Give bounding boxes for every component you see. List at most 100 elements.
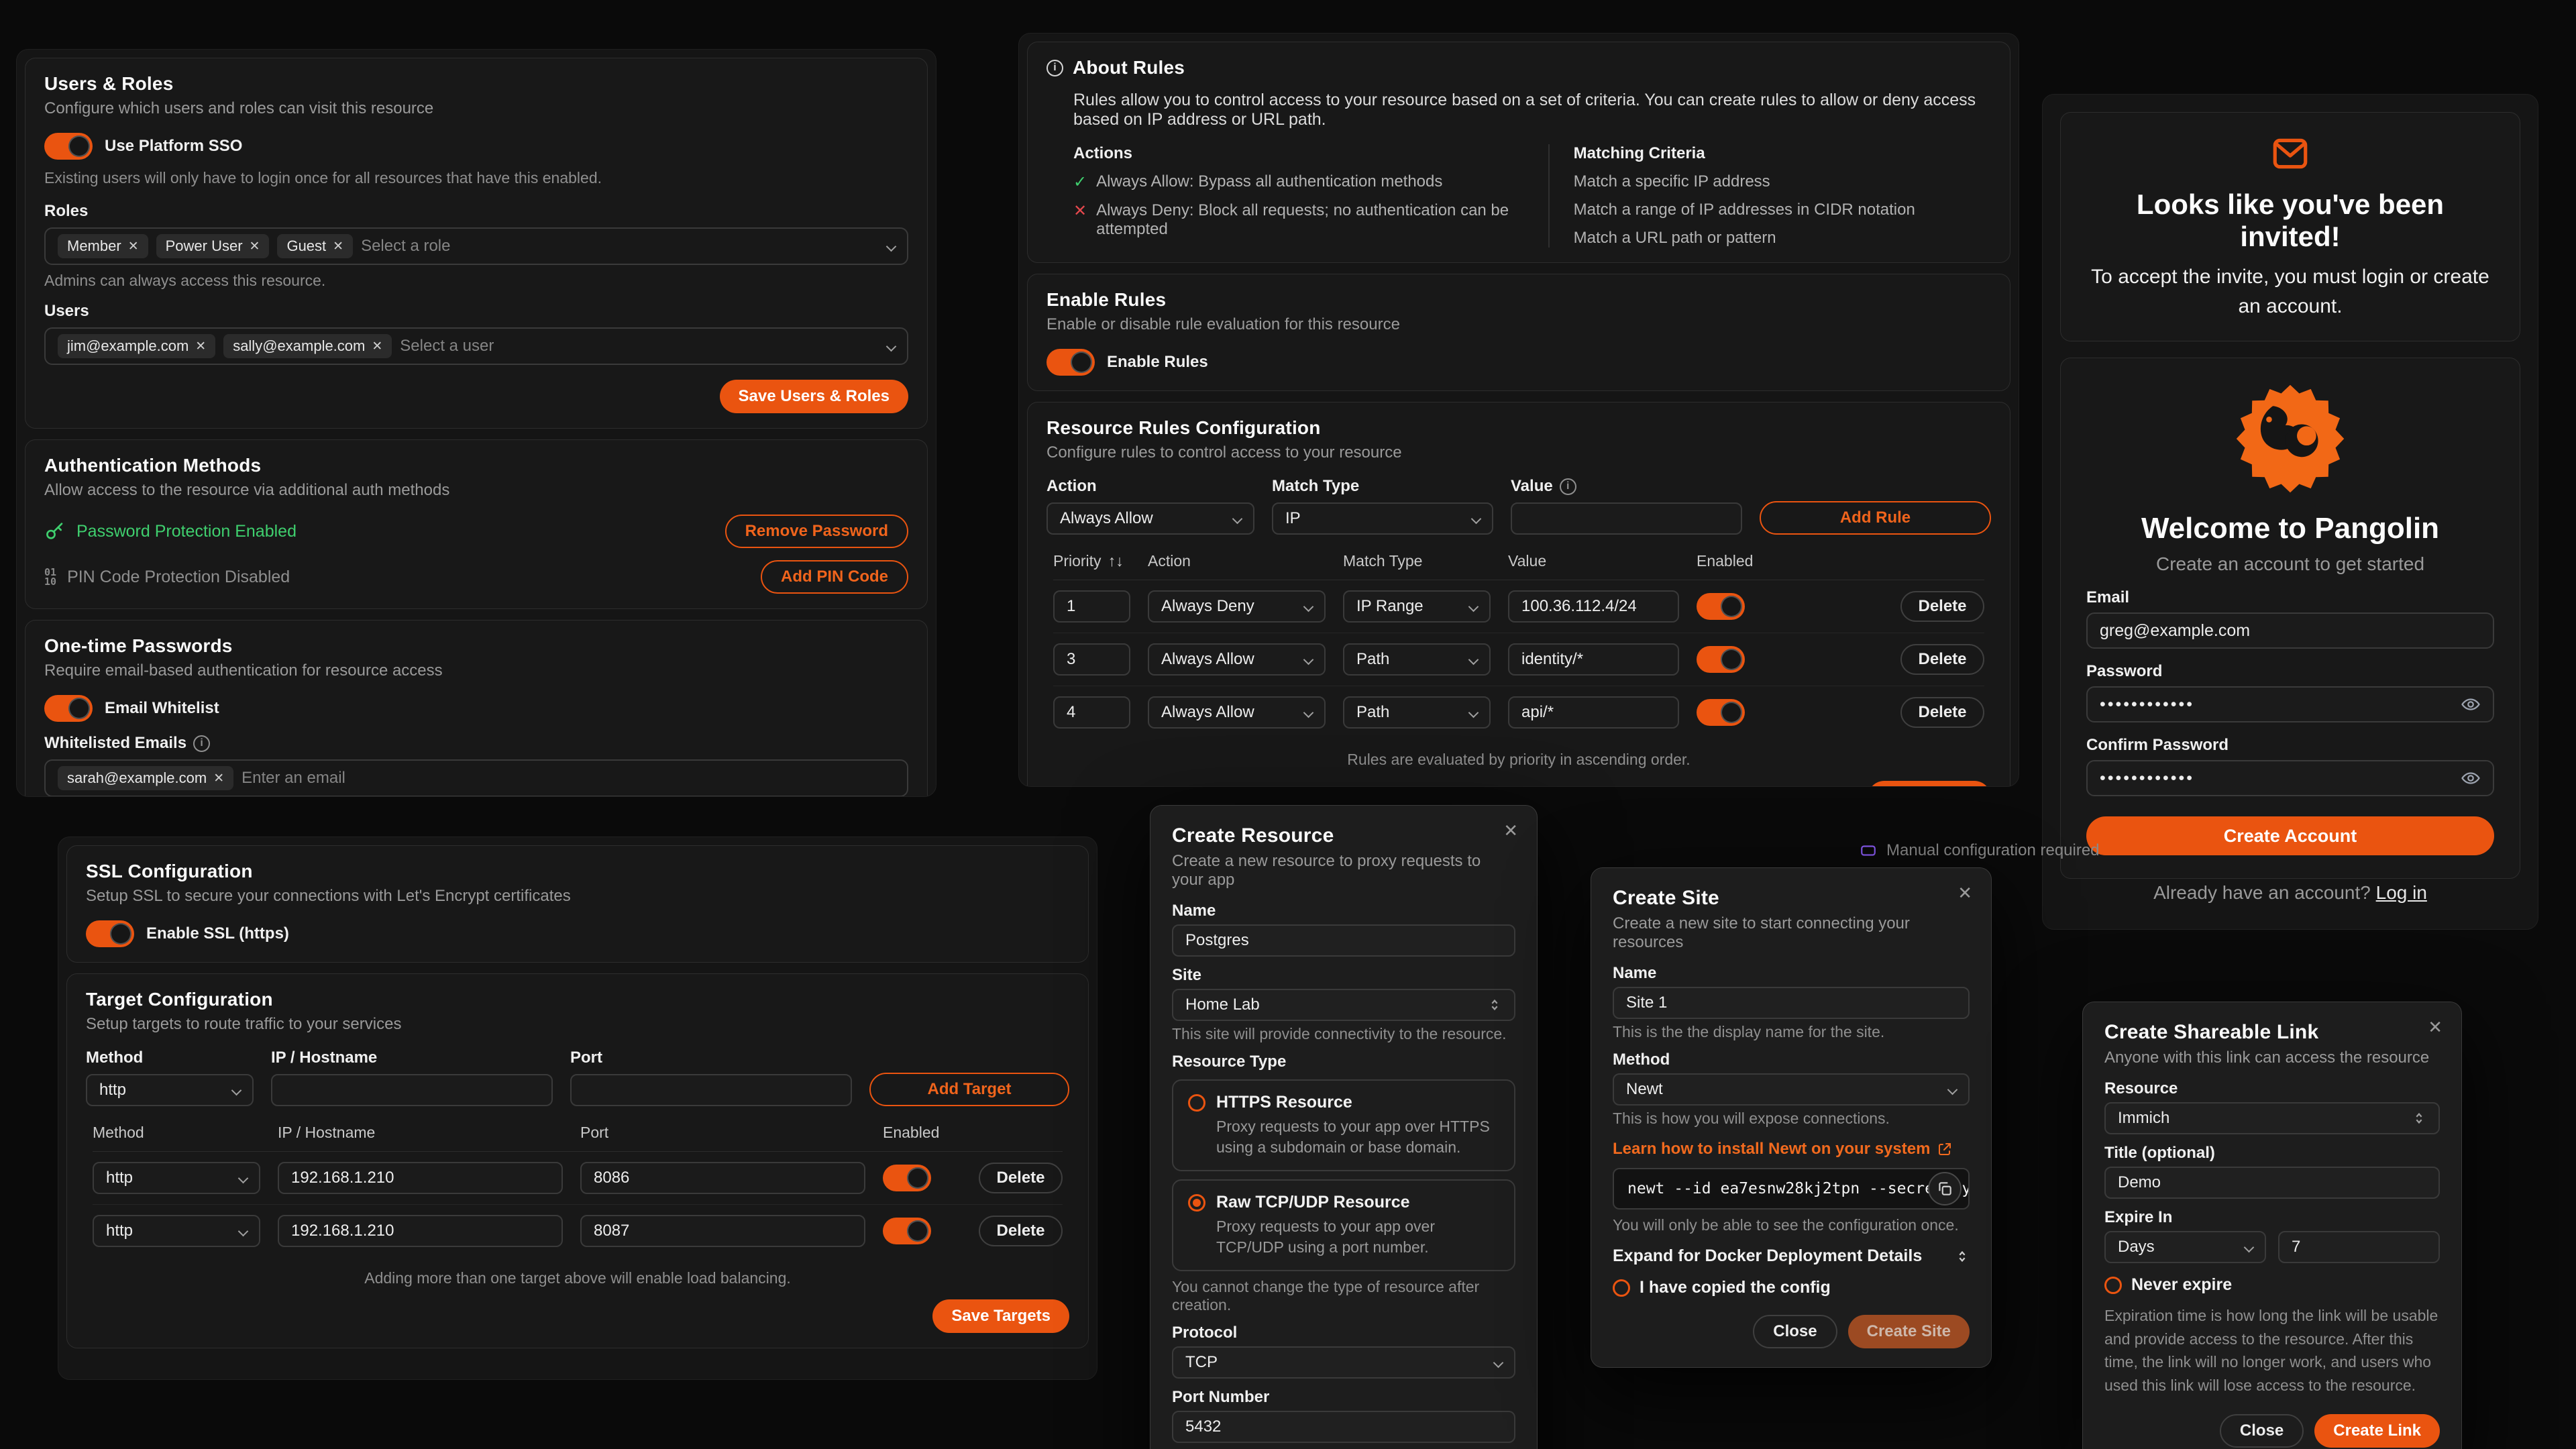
close-button[interactable]: Close [1753,1315,1837,1348]
protocol-select[interactable]: TCP [1172,1346,1515,1379]
rule-value-input[interactable]: 100.36.112.4/24 [1508,590,1679,623]
check-icon: ✓ [1073,172,1087,192]
rule-match-select[interactable]: Path [1343,696,1491,729]
user-chip[interactable]: sally@example.com✕ [223,334,392,358]
delete-rule-button[interactable]: Delete [1900,644,1984,675]
delete-rule-button[interactable]: Delete [1900,591,1984,622]
match-type-select[interactable]: IP [1272,502,1493,535]
delete-target-button[interactable]: Delete [979,1163,1063,1193]
create-site-button[interactable]: Create Site [1848,1315,1970,1348]
priority-input[interactable]: 4 [1053,696,1130,729]
role-chip[interactable]: Member✕ [58,234,148,258]
site-method-select[interactable]: Newt [1613,1073,1970,1106]
add-rule-button[interactable]: Add Rule [1760,501,1991,535]
copied-config-radio[interactable]: I have copied the config [1613,1278,1970,1297]
install-newt-link[interactable]: Learn how to install Newt on your system [1613,1140,1970,1159]
close-button[interactable]: Close [2220,1414,2304,1448]
target-port-input[interactable]: 8087 [580,1215,865,1247]
rule-value-input[interactable]: identity/* [1508,643,1679,676]
docker-details-expander[interactable]: Expand for Docker Deployment Details [1613,1246,1970,1266]
target-ip-input[interactable]: 192.168.1.210 [278,1215,563,1247]
delete-target-button[interactable]: Delete [979,1216,1063,1246]
match-header: Match Type [1343,552,1491,570]
confirm-password-field[interactable]: •••••••••••• [2086,760,2494,796]
chip-remove-icon[interactable]: ✕ [213,771,224,786]
rule-value-input[interactable]: api/* [1508,696,1679,729]
tcp-resource-option[interactable]: Raw TCP/UDP Resource Proxy requests to y… [1172,1179,1515,1271]
https-resource-option[interactable]: HTTPS Resource Proxy requests to your ap… [1172,1079,1515,1171]
target-enabled-toggle[interactable] [883,1218,931,1244]
rule-match-select[interactable]: Path [1343,643,1491,676]
rule-match-select[interactable]: IP Range [1343,590,1491,623]
email-chip[interactable]: sarah@example.com✕ [58,766,233,790]
sort-icon[interactable]: ↑↓ [1108,552,1124,570]
rule-enabled-toggle[interactable] [1697,699,1745,726]
enable-ssl-toggle[interactable] [86,920,134,947]
password-field[interactable]: •••••••••••• [2086,686,2494,722]
target-port-input[interactable]: 8086 [580,1162,865,1194]
add-pin-button[interactable]: Add PIN Code [761,560,908,594]
show-password-icon[interactable] [2461,768,2481,788]
priority-header[interactable]: Priority↑↓ [1053,552,1130,570]
expire-unit-select[interactable]: Days [2104,1231,2266,1263]
email-field[interactable]: greg@example.com [2086,612,2494,649]
rule-enabled-toggle[interactable] [1697,646,1745,673]
target-ip-input[interactable]: 192.168.1.210 [278,1162,563,1194]
platform-sso-toggle[interactable] [44,133,93,160]
ip-hostname-input[interactable] [271,1074,553,1106]
never-expire-radio[interactable]: Never expire [2104,1275,2440,1295]
port-input[interactable] [570,1074,852,1106]
create-account-button[interactable]: Create Account [2086,816,2494,855]
user-chip[interactable]: jim@example.com✕ [58,334,215,358]
save-rules-button[interactable]: Save Rules [1868,781,1991,787]
target-enabled-toggle[interactable] [883,1165,931,1191]
chip-remove-icon[interactable]: ✕ [128,239,139,254]
close-icon[interactable]: ✕ [1957,884,1972,902]
rule-action-select[interactable]: Always Allow [1148,696,1326,729]
radio-unselected-icon[interactable] [2104,1277,2122,1294]
chip-remove-icon[interactable]: ✕ [333,239,343,254]
action-select[interactable]: Always Allow [1046,502,1254,535]
users-multiselect[interactable]: jim@example.com✕ sally@example.com✕ Sele… [44,327,908,365]
email-whitelist-toggle[interactable] [44,695,93,722]
save-targets-button[interactable]: Save Targets [932,1299,1069,1333]
enable-rules-toggle[interactable] [1046,349,1095,376]
share-resource-select[interactable]: Immich [2104,1102,2440,1134]
target-method-select[interactable]: http [93,1215,260,1247]
priority-input[interactable]: 3 [1053,643,1130,676]
radio-unselected-icon[interactable] [1613,1279,1630,1297]
newt-command-code[interactable]: newt --id ea7esnw28kj2tpn --secret by7jf… [1613,1168,1970,1210]
radio-selected-icon[interactable] [1188,1194,1205,1212]
remove-password-button[interactable]: Remove Password [725,515,908,548]
close-icon[interactable]: ✕ [1503,822,1518,839]
rule-enabled-toggle[interactable] [1697,593,1745,620]
expire-value-input[interactable]: 7 [2278,1231,2440,1263]
role-chip[interactable]: Guest✕ [277,234,353,258]
rule-action-select[interactable]: Always Deny [1148,590,1326,623]
resource-name-input[interactable]: Postgres [1172,924,1515,957]
share-title-input[interactable]: Demo [2104,1167,2440,1199]
show-password-icon[interactable] [2461,694,2481,714]
chip-remove-icon[interactable]: ✕ [372,339,382,354]
method-select[interactable]: http [86,1074,254,1106]
copy-icon[interactable] [1928,1172,1962,1205]
whitelist-input[interactable]: sarah@example.com✕ Enter an email [44,759,908,797]
chip-remove-icon[interactable]: ✕ [250,239,260,254]
delete-rule-button[interactable]: Delete [1900,697,1984,728]
log-in-link[interactable]: Log in [2376,882,2427,903]
chip-remove-icon[interactable]: ✕ [195,339,206,354]
site-select[interactable]: Home Lab [1172,989,1515,1021]
save-users-roles-button[interactable]: Save Users & Roles [720,380,908,413]
add-target-button[interactable]: Add Target [869,1073,1069,1106]
priority-input[interactable]: 1 [1053,590,1130,623]
site-name-input[interactable]: Site 1 [1613,987,1970,1019]
port-number-input[interactable]: 5432 [1172,1411,1515,1443]
roles-multiselect[interactable]: Member✕ Power User✕ Guest✕ Select a role [44,227,908,265]
target-method-select[interactable]: http [93,1162,260,1194]
role-chip[interactable]: Power User✕ [156,234,270,258]
rule-action-select[interactable]: Always Allow [1148,643,1326,676]
value-input[interactable] [1511,502,1742,535]
create-link-button[interactable]: Create Link [2314,1414,2440,1448]
close-icon[interactable]: ✕ [2428,1018,2443,1036]
radio-unselected-icon[interactable] [1188,1094,1205,1112]
